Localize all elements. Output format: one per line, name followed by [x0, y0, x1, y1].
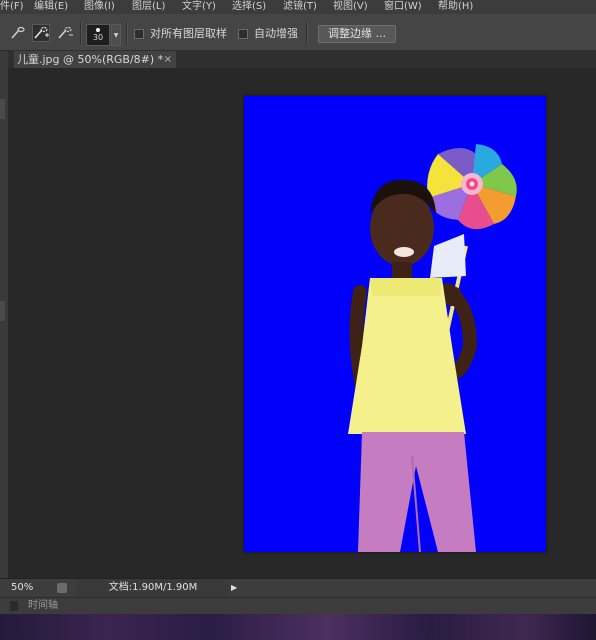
photo-girl-with-pinwheel	[348, 144, 517, 552]
menu-view[interactable]: 视图(V)	[333, 0, 368, 14]
menu-layer[interactable]: 图层(L)	[132, 0, 165, 14]
menu-edit[interactable]: 编辑(E)	[34, 0, 68, 14]
panel-notch	[0, 99, 5, 119]
timeline-panel: 时间轴	[0, 597, 596, 614]
separator	[306, 22, 308, 44]
separator	[80, 22, 82, 44]
desktop-wallpaper	[0, 614, 596, 640]
menu-filter[interactable]: 滤镜(T)	[283, 0, 317, 14]
menu-image[interactable]: 图像(I)	[84, 0, 115, 14]
document-tab-title: 儿童.jpg @ 50%(RGB/8#) *	[17, 53, 164, 66]
refine-edge-button[interactable]: 调整边缘 ...	[318, 25, 396, 43]
zoom-level[interactable]: 50%	[11, 579, 33, 597]
brush-dropdown-arrow-icon[interactable]: ▼	[111, 24, 121, 46]
menu-select[interactable]: 选择(S)	[232, 0, 266, 14]
tools-panel-strip[interactable]	[0, 51, 8, 608]
panel-grip-icon[interactable]	[10, 601, 18, 611]
panel-notch	[0, 301, 5, 321]
close-icon[interactable]: ×	[164, 51, 172, 68]
sample-all-layers-checkbox[interactable]	[134, 29, 144, 39]
add-to-selection-icon[interactable]	[32, 24, 50, 42]
subtract-from-selection-icon[interactable]	[56, 24, 74, 42]
brush-size-picker[interactable]: 30	[86, 24, 110, 46]
brush-size-value: 30	[92, 33, 104, 42]
status-menu-arrow-icon[interactable]: ▶	[231, 581, 241, 595]
document-tab-bar: 儿童.jpg @ 50%(RGB/8#) * ×	[8, 51, 596, 68]
document-canvas[interactable]	[244, 96, 546, 552]
menu-bar: 件(F) 编辑(E) 图像(I) 图层(L) 文字(Y) 选择(S) 滤镜(T)…	[0, 0, 596, 14]
menu-type[interactable]: 文字(Y)	[182, 0, 216, 14]
options-bar: 30 ▼ 对所有图层取样 自动增强 调整边缘 ...	[0, 14, 596, 51]
menu-help[interactable]: 帮助(H)	[438, 0, 473, 14]
separator	[126, 22, 128, 44]
status-bar: 50% 文档:1.90M/1.90M ▶	[0, 578, 596, 597]
brush-tip-icon	[96, 28, 100, 32]
canvas-area[interactable]	[8, 68, 596, 578]
menu-window[interactable]: 窗口(W)	[384, 0, 422, 14]
quick-selection-icon[interactable]	[9, 24, 27, 42]
auto-enhance-checkbox[interactable]	[238, 29, 248, 39]
auto-enhance-label: 自动增强	[254, 27, 298, 40]
document-info: 文档:1.90M/1.90M	[76, 579, 230, 597]
status-info-icon[interactable]	[57, 583, 67, 593]
menu-file[interactable]: 件(F)	[0, 0, 24, 14]
timeline-tab[interactable]: 时间轴	[28, 598, 58, 614]
sample-all-layers-label: 对所有图层取样	[150, 27, 227, 40]
document-tab[interactable]: 儿童.jpg @ 50%(RGB/8#) * ×	[14, 51, 176, 68]
